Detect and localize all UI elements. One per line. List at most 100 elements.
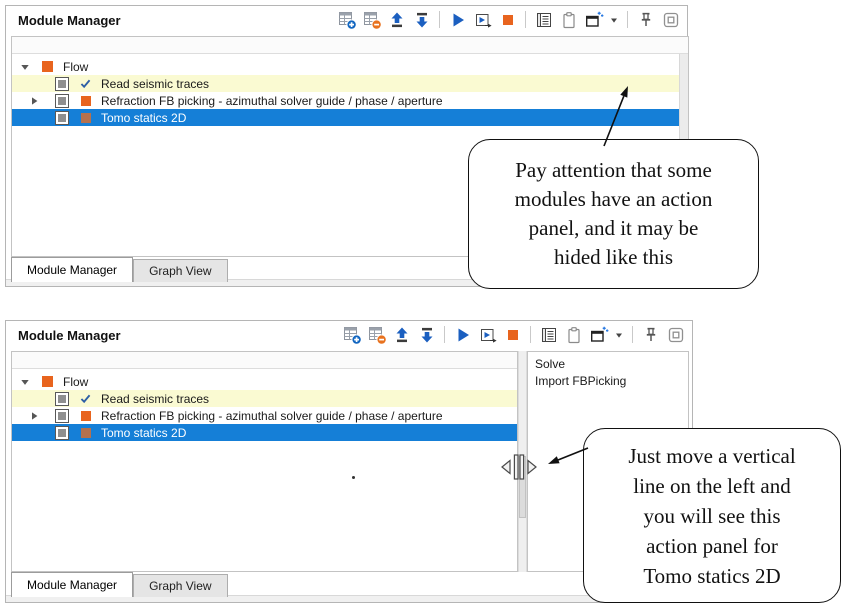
module-checkbox[interactable] bbox=[55, 77, 69, 91]
move-down-icon bbox=[417, 325, 437, 345]
tree-row-read-seismic-traces[interactable]: Read seismic traces bbox=[12, 390, 517, 407]
tree-row-flow[interactable]: Flow bbox=[12, 373, 517, 390]
new-window-button[interactable] bbox=[583, 9, 604, 30]
module-checkbox[interactable] bbox=[55, 392, 69, 406]
document-list-icon bbox=[534, 10, 554, 30]
module-checkbox[interactable] bbox=[55, 94, 69, 108]
chevron-down-icon bbox=[609, 15, 619, 25]
callout-line: Pay attention that some bbox=[469, 156, 758, 185]
play-box-icon bbox=[473, 10, 493, 30]
move-down-button[interactable] bbox=[411, 9, 432, 30]
stop-button[interactable] bbox=[502, 324, 523, 345]
new-window-button[interactable] bbox=[588, 324, 609, 345]
callout-move-splitter: Just move a vertical line on the left an… bbox=[583, 428, 841, 603]
orange-square-icon bbox=[81, 411, 91, 421]
action-item-solve[interactable]: Solve bbox=[528, 355, 688, 372]
action-item-import-fbpicking[interactable]: Import FBPicking bbox=[528, 372, 688, 389]
toolbar-separator bbox=[530, 326, 531, 343]
tree-row-flow[interactable]: Flow bbox=[12, 58, 679, 75]
add-module-button[interactable] bbox=[336, 9, 357, 30]
tree-row-tomo-statics-2d[interactable]: Tomo statics 2D bbox=[12, 109, 679, 126]
flow-log-button[interactable] bbox=[533, 9, 554, 30]
clipboard-icon bbox=[559, 10, 579, 30]
clipboard-button[interactable] bbox=[558, 9, 579, 30]
toolbar-separator bbox=[525, 11, 526, 28]
tree-header-strip bbox=[12, 352, 517, 369]
move-up-icon bbox=[392, 325, 412, 345]
toolbar-separator bbox=[444, 326, 445, 343]
pin-button[interactable] bbox=[640, 324, 661, 345]
run-interactive-button[interactable] bbox=[472, 9, 493, 30]
collapse-icon[interactable] bbox=[20, 62, 30, 72]
tab-module-manager[interactable]: Module Manager bbox=[11, 257, 133, 282]
tab-graph-view[interactable]: Graph View bbox=[133, 574, 227, 597]
expand-icon[interactable] bbox=[29, 411, 39, 421]
float-icon bbox=[661, 10, 681, 30]
clipboard-icon bbox=[564, 325, 584, 345]
callout-line: modules have an action bbox=[469, 185, 758, 214]
stop-button[interactable] bbox=[497, 9, 518, 30]
run-button[interactable] bbox=[452, 324, 473, 345]
tab-module-manager[interactable]: Module Manager bbox=[11, 572, 133, 597]
pin-button[interactable] bbox=[635, 9, 656, 30]
pin-icon bbox=[641, 325, 661, 345]
expander-spacer bbox=[29, 113, 39, 123]
expander-spacer bbox=[29, 79, 39, 89]
flow-log-button[interactable] bbox=[538, 324, 559, 345]
orange-square-icon bbox=[81, 96, 91, 106]
module-checkbox[interactable] bbox=[55, 409, 69, 423]
play-icon bbox=[453, 325, 473, 345]
flow-label: Flow bbox=[63, 375, 88, 389]
float-button[interactable] bbox=[665, 324, 686, 345]
move-up-button[interactable] bbox=[391, 324, 412, 345]
tree-row-refraction-fb-picking[interactable]: Refraction FB picking - azimuthal solver… bbox=[12, 407, 517, 424]
check-icon bbox=[79, 77, 92, 90]
callout-arrow bbox=[590, 80, 640, 155]
new-window-dropdown-button[interactable] bbox=[613, 324, 625, 345]
toolbar bbox=[341, 324, 686, 345]
new-window-icon bbox=[584, 10, 604, 30]
remove-module-button[interactable] bbox=[366, 324, 387, 345]
module-checkbox[interactable] bbox=[55, 111, 69, 125]
new-window-dropdown-button[interactable] bbox=[608, 9, 620, 30]
add-module-icon bbox=[337, 10, 357, 30]
horizontal-resize-cursor-icon bbox=[501, 454, 537, 480]
callout-line: action panel for bbox=[584, 531, 840, 561]
module-label: Read seismic traces bbox=[101, 77, 209, 91]
toolbar-separator bbox=[439, 11, 440, 28]
move-down-button[interactable] bbox=[416, 324, 437, 345]
panel-title: Module Manager bbox=[18, 13, 121, 28]
remove-module-button[interactable] bbox=[361, 9, 382, 30]
module-label: Refraction FB picking - azimuthal solver… bbox=[101, 409, 443, 423]
module-checkbox[interactable] bbox=[55, 426, 69, 440]
float-button[interactable] bbox=[660, 9, 681, 30]
tree-header-strip bbox=[12, 37, 688, 54]
module-label: Refraction FB picking - azimuthal solver… bbox=[101, 94, 443, 108]
toolbar-separator bbox=[627, 11, 628, 28]
callout-line: you will see this bbox=[584, 501, 840, 531]
run-button[interactable] bbox=[447, 9, 468, 30]
clipboard-button[interactable] bbox=[563, 324, 584, 345]
tree-row-refraction-fb-picking[interactable]: Refraction FB picking - azimuthal solver… bbox=[12, 92, 679, 109]
play-box-icon bbox=[478, 325, 498, 345]
check-icon bbox=[79, 392, 92, 405]
add-module-button[interactable] bbox=[341, 324, 362, 345]
stop-icon bbox=[498, 10, 518, 30]
flow-tree: Flow Read seismic traces Refraction FB p… bbox=[11, 351, 518, 572]
bottom-tabs: Module Manager Graph View bbox=[11, 257, 228, 282]
module-label: Tomo statics 2D bbox=[101, 111, 186, 125]
move-up-button[interactable] bbox=[386, 9, 407, 30]
flow-square-icon bbox=[42, 61, 53, 72]
run-interactive-button[interactable] bbox=[477, 324, 498, 345]
callout-line: hided like this bbox=[469, 243, 758, 272]
tree-row-read-seismic-traces[interactable]: Read seismic traces bbox=[12, 75, 679, 92]
tab-graph-view[interactable]: Graph View bbox=[133, 259, 227, 282]
new-window-icon bbox=[589, 325, 609, 345]
collapse-icon[interactable] bbox=[20, 377, 30, 387]
expand-icon[interactable] bbox=[29, 96, 39, 106]
chevron-down-icon bbox=[614, 330, 624, 340]
callout-line: panel, and it may be bbox=[469, 214, 758, 243]
tree-row-tomo-statics-2d[interactable]: Tomo statics 2D bbox=[12, 424, 517, 441]
muted-square-icon bbox=[81, 113, 91, 123]
remove-module-icon bbox=[362, 10, 382, 30]
